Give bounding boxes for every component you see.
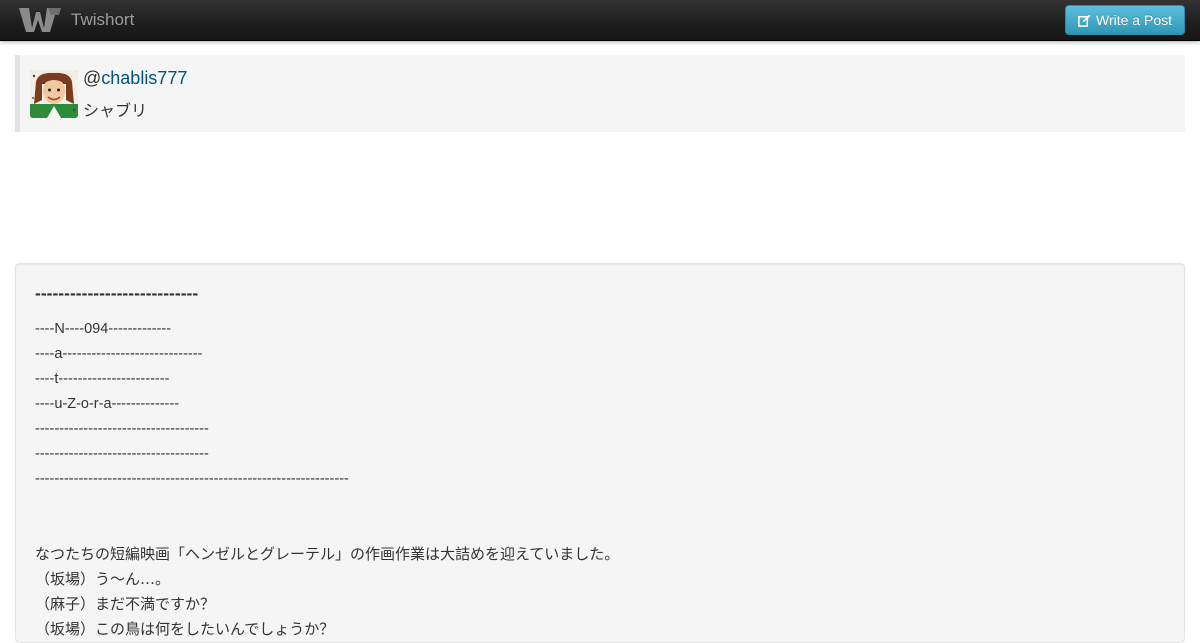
- write-post-button[interactable]: Write a Post: [1065, 5, 1185, 35]
- edit-icon: [1078, 14, 1091, 27]
- post-line: ------------------------------------: [35, 446, 209, 462]
- post-line: [35, 492, 1165, 517]
- brand-link[interactable]: Twishort: [18, 4, 134, 36]
- top-navbar: Twishort Write a Post: [0, 0, 1200, 41]
- twishort-logo-icon: [18, 6, 62, 34]
- post-line: ----a-----------------------------: [35, 346, 203, 362]
- post-content: ---------------------------- ----N----09…: [15, 263, 1185, 643]
- author-handle: @chablis777: [83, 68, 187, 89]
- write-post-label: Write a Post: [1096, 12, 1172, 28]
- username-link[interactable]: chablis777: [101, 68, 187, 88]
- post-line: ------------------------------------: [35, 421, 209, 437]
- author-profile: @chablis777 シャブリ: [15, 55, 1185, 132]
- handle-at-sign: @: [83, 68, 102, 88]
- post-line: ----u-Z-o-r-a--------------: [35, 396, 180, 412]
- post-line: [35, 517, 1165, 542]
- post-line: なつたちの短編映画「ヘンゼルとグレーテル」の作画作業は大詰めを迎えていました。: [35, 545, 620, 563]
- post-line: （坂場）う～ん…。: [35, 570, 171, 588]
- post-body: ----N----094------------- ----a---------…: [35, 317, 1165, 642]
- brand-name: Twishort: [71, 10, 135, 29]
- post-title: ----------------------------: [35, 283, 199, 303]
- post-line: （麻子）まだ不満ですか？: [35, 595, 216, 613]
- author-display-name: シャブリ: [83, 101, 148, 120]
- avatar[interactable]: [30, 70, 78, 118]
- post-line: ----N----094-------------: [35, 321, 172, 337]
- post-line: ----------------------------------------…: [35, 471, 349, 487]
- post-line: ----t-----------------------: [35, 371, 170, 387]
